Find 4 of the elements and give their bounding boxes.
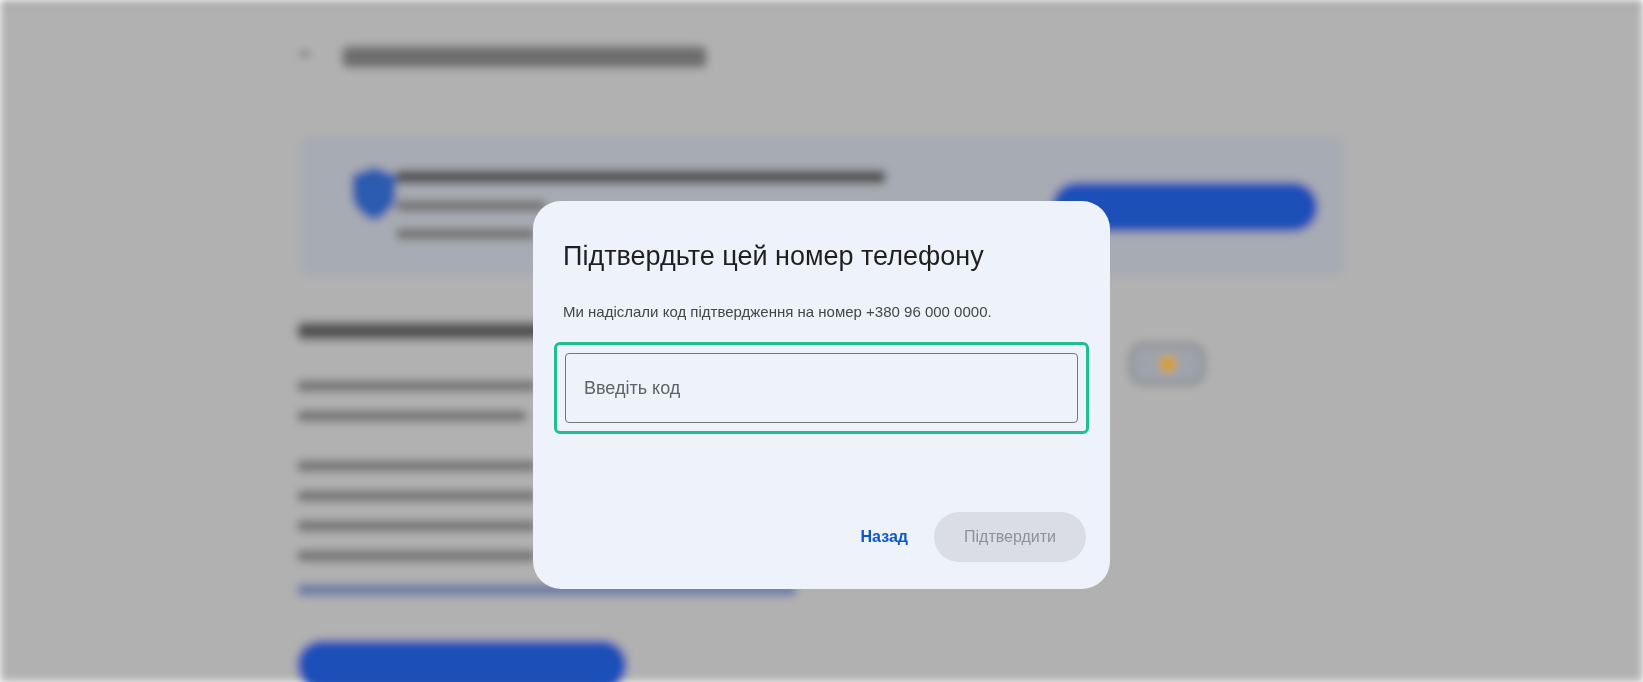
back-button[interactable]: Назад (860, 518, 908, 556)
dialog-title: Підтвердьте цей номер телефону (562, 241, 985, 272)
dialog-message: Ми надіслали код підтвердження на номер +380 96 000 0000. (562, 303, 993, 320)
code-input-field[interactable]: Введіть код (554, 342, 1089, 434)
